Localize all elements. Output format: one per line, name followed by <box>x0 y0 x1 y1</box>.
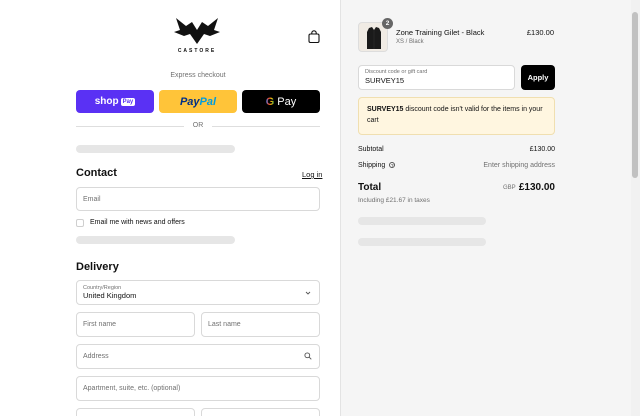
postcode-field[interactable] <box>201 408 320 416</box>
country-select[interactable]: Country/Region United Kingdom <box>76 280 320 305</box>
shop-pay-button[interactable]: shop Pay <box>76 90 154 113</box>
apply-button[interactable]: Apply <box>521 65 555 90</box>
subtotal-row: Subtotal £130.00 <box>358 146 555 153</box>
shop-pay-text: shop <box>94 96 119 107</box>
login-link[interactable]: Log in <box>302 170 322 179</box>
divider-line-right <box>212 126 320 127</box>
express-checkout-label: Express checkout <box>170 72 226 79</box>
checkout-page: CASTORE Express checkout shop Pay Pay Pal… <box>0 0 640 416</box>
google-pay-text: Pay <box>277 95 297 108</box>
subtotal-label: Subtotal <box>358 146 384 153</box>
email-field[interactable]: Email <box>76 187 320 211</box>
paypal-text-2: Pal <box>199 95 217 108</box>
last-name-field[interactable]: Last name <box>201 312 320 337</box>
delivery-title: Delivery <box>76 261 119 273</box>
google-g-icon: G <box>265 95 275 108</box>
order-summary-panel <box>340 0 640 416</box>
loading-placeholder <box>76 236 235 244</box>
newsletter-checkbox[interactable] <box>76 219 84 227</box>
apartment-placeholder: Apartment, suite, etc. (optional) <box>83 385 181 392</box>
shipping-row: Shipping ? Enter shipping address <box>358 162 555 169</box>
quantity-badge: 2 <box>382 18 393 29</box>
address-placeholder: Address <box>83 353 109 360</box>
info-icon[interactable]: ? <box>389 162 396 169</box>
address-field[interactable]: Address <box>76 344 320 369</box>
loading-placeholder <box>358 238 486 246</box>
loading-placeholder <box>76 145 235 153</box>
total-label: Total <box>358 182 382 193</box>
discount-value: SURVEY15 <box>365 76 405 85</box>
city-field[interactable] <box>76 408 195 416</box>
brand-name: CASTORE <box>177 48 217 54</box>
product-price: £130.00 <box>526 28 554 37</box>
newsletter-label: Email me with news and offers <box>90 219 185 226</box>
loading-placeholder <box>358 217 486 225</box>
product-name: Zone Training Gilet - Black <box>396 28 485 37</box>
chevron-down-icon <box>305 291 311 295</box>
scrollbar-thumb[interactable] <box>632 12 638 178</box>
discount-warning: SURVEY15 discount code isn't valid for t… <box>358 97 555 135</box>
castore-logo-icon <box>174 18 220 44</box>
discount-code-field[interactable]: Discount code or gift card SURVEY15 <box>358 65 515 90</box>
google-pay-button[interactable]: G Pay <box>242 90 320 113</box>
country-value: United Kingdom <box>83 291 137 300</box>
apartment-field[interactable]: Apartment, suite, etc. (optional) <box>76 376 320 401</box>
email-placeholder: Email <box>83 195 101 203</box>
discount-label: Discount code or gift card <box>365 69 428 75</box>
total-amount: £130.00 <box>518 182 555 193</box>
tax-note: Including £21.67 in taxes <box>358 197 430 204</box>
checkout-form-panel: CASTORE Express checkout shop Pay Pay Pal… <box>0 0 340 416</box>
warning-code: SURVEY15 <box>367 106 404 113</box>
subtotal-value: £130.00 <box>529 146 555 153</box>
first-name-field[interactable]: First name <box>76 312 195 337</box>
first-name-placeholder: First name <box>83 321 117 328</box>
shopping-bag-icon[interactable] <box>308 30 320 44</box>
contact-title: Contact <box>76 167 117 179</box>
castore-logo[interactable]: CASTORE <box>168 16 226 58</box>
shipping-value: Enter shipping address <box>483 162 555 169</box>
shop-pay-badge: Pay <box>120 97 136 106</box>
paypal-text-1: Pay <box>179 95 200 108</box>
last-name-placeholder: Last name <box>208 321 241 328</box>
paypal-button[interactable]: Pay Pal <box>159 90 237 113</box>
shipping-label: Shipping <box>358 162 386 169</box>
search-icon <box>304 352 312 360</box>
total-currency: GBP <box>503 185 516 191</box>
product-variant: XS / Black <box>396 39 424 45</box>
or-divider: OR <box>76 121 320 131</box>
